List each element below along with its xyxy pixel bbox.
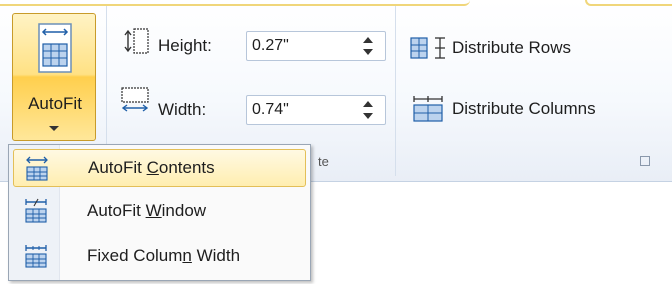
width-spin-up[interactable] (363, 101, 373, 107)
menu-item-label: Fixed Column Width (87, 246, 241, 265)
width-spin-down[interactable] (363, 113, 373, 119)
autofit-contents-icon (26, 156, 48, 181)
width-input[interactable]: 0.74" (246, 95, 386, 125)
distribute-rows-icon (410, 37, 445, 59)
autofit-menu: AutoFit Contents AutoFit Window Fixed Co… (8, 144, 311, 281)
height-input[interactable]: 0.27" (246, 31, 386, 61)
dialog-launcher-icon[interactable] (640, 156, 650, 166)
distribute-columns-label: Distribute Columns (452, 99, 596, 118)
menu-item-autofit-window[interactable]: AutoFit Window (13, 192, 306, 230)
column-width-icon (121, 87, 149, 112)
menu-item-label: AutoFit Window (87, 201, 207, 220)
autofit-label: AutoFit (28, 94, 82, 113)
group-label-cell-size: te (318, 154, 329, 169)
menu-item-fixed-column-width[interactable]: Fixed Column Width (13, 237, 306, 275)
fixed-column-width-icon (25, 245, 47, 268)
menu-item-autofit-contents[interactable]: AutoFit Contents (13, 149, 306, 187)
autofit-window-icon (25, 198, 47, 223)
menu-item-label: AutoFit Contents (88, 158, 215, 177)
table-autofit-icon (38, 23, 72, 73)
chevron-down-icon (49, 126, 59, 131)
height-label: Height: (158, 36, 212, 55)
autofit-button[interactable]: AutoFit (12, 13, 96, 141)
group-separator-2 (395, 6, 396, 176)
ribbon-top-edge (0, 0, 470, 6)
ribbon-top-edge-right (585, 0, 672, 6)
height-spin-down[interactable] (363, 49, 373, 55)
distribute-columns-icon (413, 96, 443, 122)
height-spin-up[interactable] (363, 37, 373, 43)
width-label: Width: (158, 100, 207, 119)
distribute-rows-label: Distribute Rows (452, 38, 572, 57)
row-height-icon (124, 28, 149, 54)
